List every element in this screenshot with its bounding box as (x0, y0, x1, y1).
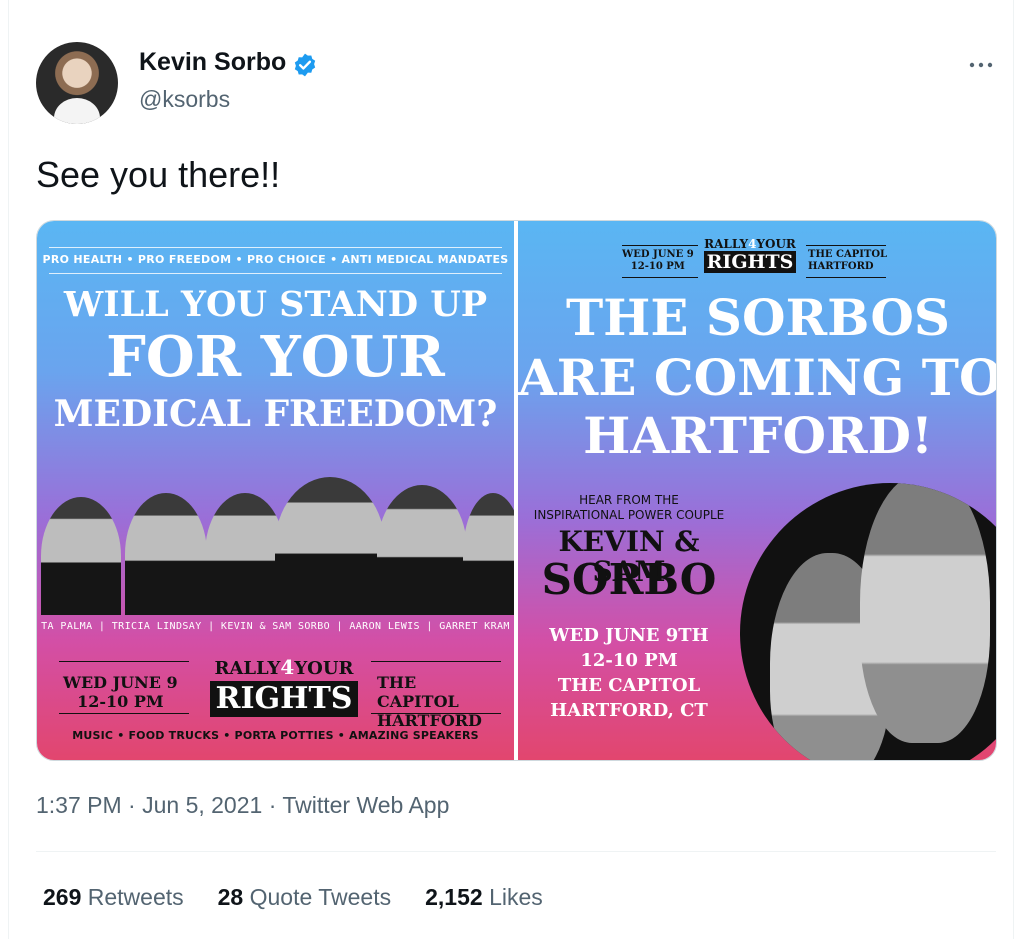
rally-word: RALLY (214, 658, 281, 679)
rally-rights: RIGHTS (703, 251, 797, 273)
rally-logo: RALLY4YOUR RIGHTS (702, 237, 798, 273)
event-info: WED JUNE 9TH 12-10 PM THE CAPITOL HARTFO… (518, 623, 740, 723)
retweets-stat[interactable]: 269 Retweets (43, 884, 184, 911)
info-place: THE CAPITOL (557, 675, 701, 696)
divider (59, 661, 189, 662)
person-photo (860, 483, 990, 743)
tweet-stats: 269 Retweets 28 Quote Tweets 2,152 Likes (43, 884, 577, 911)
date-line: WED JUNE 9 (63, 673, 178, 692)
flyer-headline-3: HARTFORD! (583, 406, 933, 465)
place-line: THE CAPITOL (808, 249, 888, 260)
speaker-photo (463, 493, 514, 615)
speaker-photo (377, 485, 467, 615)
avatar-shirt (54, 98, 100, 124)
rally-heading: RALLY4YOUR (702, 237, 798, 251)
author-handle[interactable]: @ksorbs (139, 86, 230, 113)
divider (806, 277, 886, 278)
info-city: HARTFORD, CT (550, 700, 708, 721)
divider (49, 273, 502, 274)
tweet-text: See you there!! (36, 154, 281, 195)
quotes-label: Quote Tweets (249, 884, 392, 910)
avatar[interactable] (36, 42, 118, 124)
tweet-media[interactable]: PRO HEALTH • PRO FREEDOM • PRO CHOICE • … (36, 220, 997, 761)
speaker-photo (125, 493, 207, 615)
tweet: Kevin Sorbo @ksorbs See you there!! PRO … (0, 0, 1024, 939)
quotes-stat[interactable]: 28 Quote Tweets (218, 884, 391, 911)
rally-your: YOUR (294, 658, 354, 679)
rally-heading: RALLY4YOUR (203, 657, 365, 679)
event-band: WED JUNE 9 12-10 PM RALLY4YOUR RIGHTS TH… (51, 651, 501, 730)
couple-surname: SORBO (541, 555, 717, 604)
info-date: WED JUNE 9TH (549, 625, 709, 646)
flyer-headline-2: FOR YOUR (106, 324, 445, 390)
rally-word: RALLY (704, 237, 749, 251)
speakers-photo (37, 473, 514, 615)
time-line: 12-10 PM (630, 261, 685, 272)
flyer-left[interactable]: PRO HEALTH • PRO FREEDOM • PRO CHOICE • … (37, 221, 514, 760)
speaker-names: TA PALMA | TRICIA LINDSAY | KEVIN & SAM … (41, 621, 510, 632)
flyer-tagline: PRO HEALTH • PRO FREEDOM • PRO CHOICE • … (42, 253, 509, 266)
likes-label: Likes (489, 884, 543, 910)
tweet-meta[interactable]: 1:37 PM · Jun 5, 2021 · Twitter Web App (36, 792, 449, 819)
divider (371, 661, 501, 662)
author-name[interactable]: Kevin Sorbo (139, 48, 286, 77)
speaker-photo (205, 493, 285, 615)
event-date: WED JUNE 9 12-10 PM (622, 249, 694, 273)
flyer-headline-1: THE SORBOS (565, 288, 951, 347)
retweets-label: Retweets (87, 884, 184, 910)
event-place: THE CAPITOL HARTFORD (377, 673, 500, 730)
rally-rights: RIGHTS (209, 681, 359, 717)
place-line: THE CAPITOL (377, 673, 459, 711)
flyer-headline-2: ARE COMING TO (518, 348, 997, 407)
likes-stat[interactable]: 2,152 Likes (425, 884, 543, 911)
right-border (1013, 0, 1014, 939)
flyer-headline-1: WILL YOU STAND UP (63, 284, 488, 325)
rally-four: 4 (280, 655, 295, 679)
hear-line: INSPIRATIONAL POWER COUPLE (533, 508, 725, 522)
city-line: HARTFORD (377, 711, 482, 730)
rally-header: WED JUNE 9 12-10 PM RALLY4YOUR RIGHTS TH… (518, 235, 996, 283)
flyer-headline-3: MEDICAL FREEDOM? (53, 393, 498, 435)
time-line: 12-10 PM (77, 692, 164, 711)
flyer-right[interactable]: WED JUNE 9 12-10 PM RALLY4YOUR RIGHTS TH… (518, 221, 997, 760)
divider (36, 851, 996, 852)
left-border (8, 0, 9, 939)
rally-your: YOUR (756, 237, 796, 251)
event-date: WED JUNE 9 12-10 PM (63, 673, 178, 711)
speaker-photo (41, 497, 121, 615)
speaker-photo (275, 477, 385, 615)
verified-badge-icon (294, 53, 316, 77)
date-line: WED JUNE 9 (622, 249, 694, 260)
rally-logo: RALLY4YOUR RIGHTS (203, 657, 365, 717)
hear-from: HEAR FROM THE INSPIRATIONAL POWER COUPLE (518, 493, 740, 523)
likes-count: 2,152 (425, 884, 483, 910)
more-dots-icon[interactable] (966, 50, 996, 80)
quotes-count: 28 (217, 884, 244, 910)
divider (806, 245, 886, 246)
divider (622, 277, 698, 278)
flyer-footer: MUSIC • FOOD TRUCKS • PORTA POTTIES • AM… (72, 729, 479, 742)
couple-photo (740, 483, 996, 760)
retweets-count: 269 (43, 884, 82, 910)
city-line: HARTFORD (808, 261, 874, 272)
divider (49, 247, 502, 248)
event-place: THE CAPITOL HARTFORD (808, 249, 887, 273)
divider (59, 713, 189, 714)
hear-line: HEAR FROM THE (579, 493, 679, 507)
info-time: 12-10 PM (580, 650, 678, 671)
divider (622, 245, 698, 246)
